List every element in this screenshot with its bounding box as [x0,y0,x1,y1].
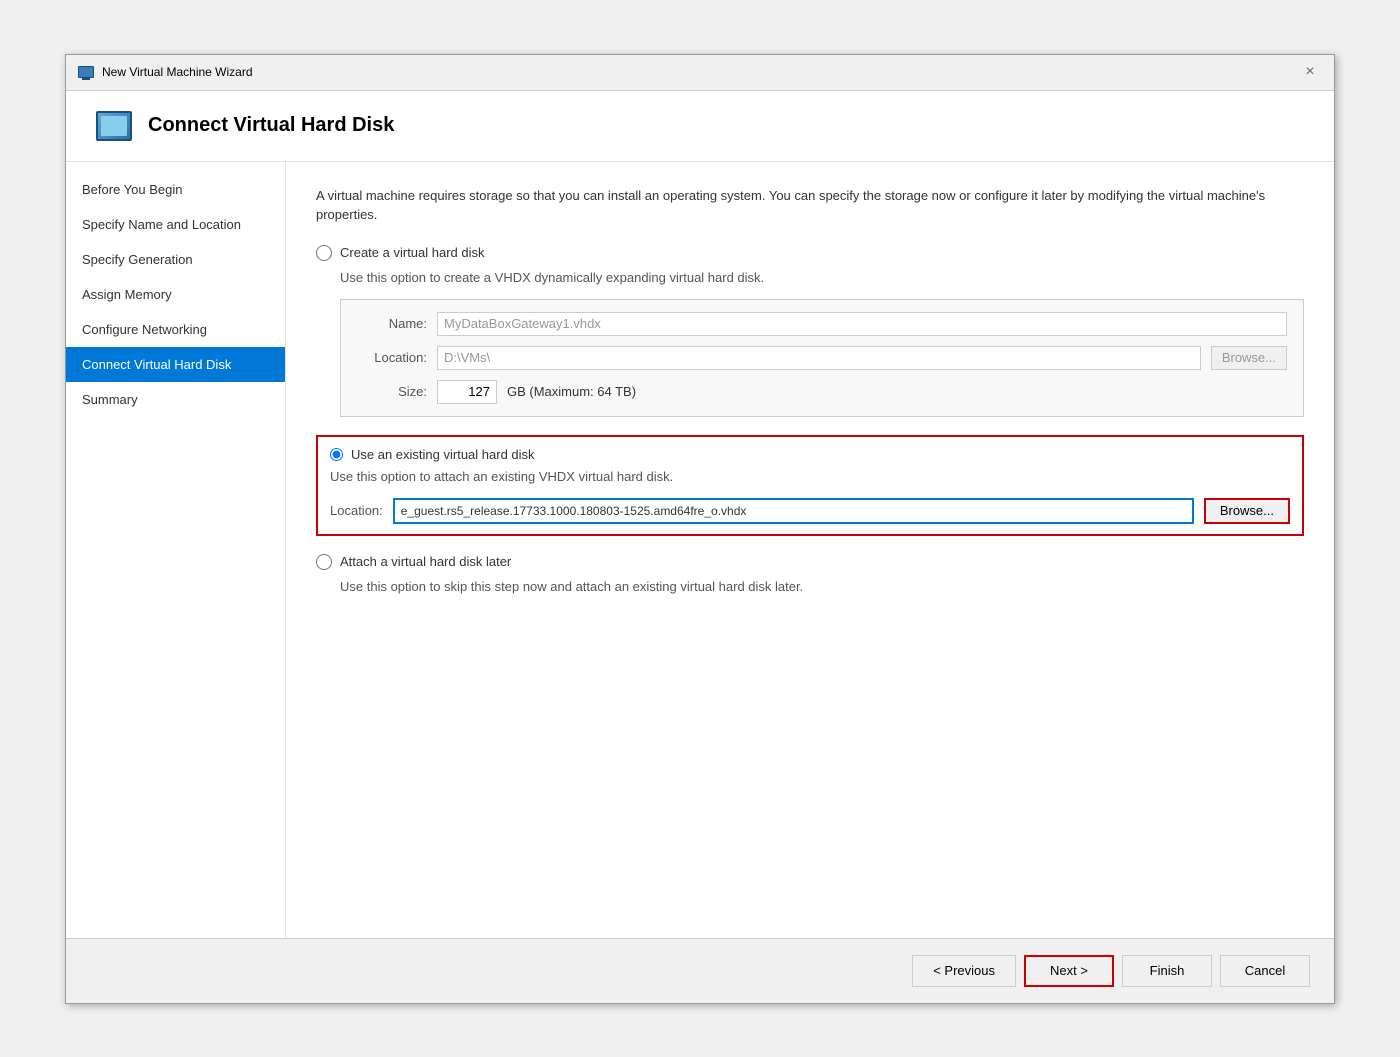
content-area: A virtual machine requires storage so th… [286,162,1334,938]
name-label: Name: [357,316,427,331]
title-bar: New Virtual Machine Wizard × [66,55,1334,91]
use-existing-section: Use an existing virtual hard disk Use th… [316,435,1304,536]
previous-button[interactable]: < Previous [912,955,1016,987]
close-button[interactable]: × [1298,60,1322,84]
attach-later-radio-label[interactable]: Attach a virtual hard disk later [316,554,1304,570]
header-section: Connect Virtual Hard Disk [66,91,1334,162]
size-unit: GB (Maximum: 64 TB) [507,384,636,399]
sidebar-item-configure-networking[interactable]: Configure Networking [66,312,285,347]
location-input[interactable] [437,346,1201,370]
location-label: Location: [357,350,427,365]
create-new-box: Name: Location: Browse... Size: GB (Maxi… [340,299,1304,417]
use-existing-description: Use this option to attach an existing VH… [330,468,1290,486]
size-label: Size: [357,384,427,399]
use-existing-label: Use an existing virtual hard disk [351,447,535,462]
attach-later-radio[interactable] [316,554,332,570]
header-icon [96,111,132,141]
sidebar-item-specify-name[interactable]: Specify Name and Location [66,207,285,242]
existing-location-label: Location: [330,503,383,518]
location-browse-button[interactable]: Browse... [1211,346,1287,370]
title-bar-left: New Virtual Machine Wizard [78,65,253,79]
sidebar-item-before-you-begin[interactable]: Before You Begin [66,172,285,207]
header-title: Connect Virtual Hard Disk [148,114,394,137]
create-new-label: Create a virtual hard disk [340,245,485,260]
existing-location-input[interactable] [393,498,1194,524]
create-new-section: Create a virtual hard disk Use this opti… [316,245,1304,417]
name-input[interactable] [437,312,1287,336]
use-existing-radio[interactable] [330,448,343,461]
sidebar-item-specify-generation[interactable]: Specify Generation [66,242,285,277]
location-field-row: Location: Browse... [357,346,1287,370]
sidebar-item-connect-vhd[interactable]: Connect Virtual Hard Disk [66,347,285,382]
existing-location-row: Location: Browse... [330,498,1290,524]
size-field-row: Size: GB (Maximum: 64 TB) [357,380,1287,404]
name-field-row: Name: [357,312,1287,336]
window-title: New Virtual Machine Wizard [102,65,253,79]
wizard-window: New Virtual Machine Wizard × Connect Vir… [65,54,1335,1004]
next-button[interactable]: Next > [1024,955,1114,987]
attach-later-section: Attach a virtual hard disk later Use thi… [316,554,1304,596]
create-new-description: Use this option to create a VHDX dynamic… [340,269,1304,287]
cancel-button[interactable]: Cancel [1220,955,1310,987]
sidebar: Before You Begin Specify Name and Locati… [66,162,286,938]
sidebar-item-summary[interactable]: Summary [66,382,285,417]
existing-browse-button[interactable]: Browse... [1204,498,1290,524]
create-new-radio-label[interactable]: Create a virtual hard disk [316,245,1304,261]
attach-later-label: Attach a virtual hard disk later [340,554,511,569]
attach-later-description: Use this option to skip this step now an… [340,578,1304,596]
main-description: A virtual machine requires storage so th… [316,186,1304,225]
main-content: Before You Begin Specify Name and Locati… [66,162,1334,938]
footer: < Previous Next > Finish Cancel [66,938,1334,1003]
create-new-radio[interactable] [316,245,332,261]
finish-button[interactable]: Finish [1122,955,1212,987]
sidebar-item-assign-memory[interactable]: Assign Memory [66,277,285,312]
use-existing-radio-label[interactable]: Use an existing virtual hard disk [330,447,1290,462]
window-icon [78,66,94,78]
size-input[interactable] [437,380,497,404]
